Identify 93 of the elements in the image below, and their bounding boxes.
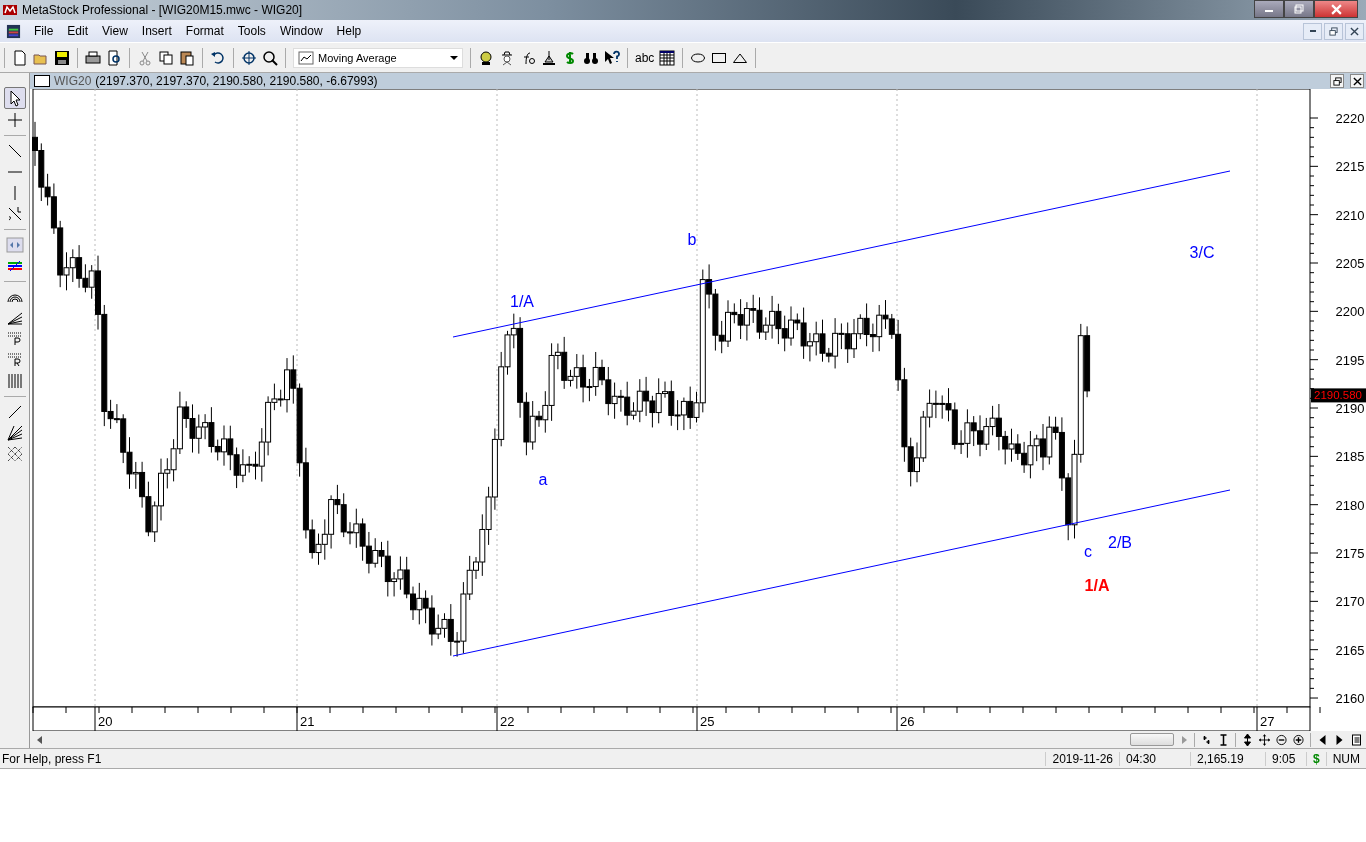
price-axis-label: 2210: [1335, 207, 1365, 223]
menu-item[interactable]: Format: [178, 24, 231, 38]
window-title: MetaStock Professional - [WIG20M15.mwc - WIG20]: [22, 3, 303, 17]
copy-icon[interactable]: [158, 49, 174, 66]
wave-label: 2/B: [1108, 534, 1132, 551]
wave-label: 1/A: [1084, 577, 1110, 594]
scroll-thumb[interactable]: [1130, 733, 1174, 746]
menu-item[interactable]: File: [27, 24, 61, 38]
crosshair-icon[interactable]: [241, 49, 257, 66]
vertical-resize-icon[interactable]: [1242, 733, 1253, 746]
app-logo-icon: [2, 2, 18, 18]
restore-icon: [1294, 4, 1304, 14]
menu-item[interactable]: Tools: [230, 24, 273, 38]
minimize-button[interactable]: [1254, 0, 1284, 18]
wave-label: b: [687, 231, 697, 248]
window-icon: [34, 75, 50, 87]
wave-label: 1/A: [510, 293, 534, 310]
menu-item[interactable]: Insert: [134, 24, 179, 38]
move-icon[interactable]: [1259, 733, 1270, 746]
print-icon[interactable]: [85, 49, 101, 66]
wave-label: c: [1084, 543, 1092, 560]
scroll-right-icon[interactable]: [1334, 733, 1345, 746]
zoom-out-icon[interactable]: [1276, 733, 1287, 746]
caret-icon: [450, 55, 458, 60]
system-tester-icon[interactable]: [541, 49, 557, 66]
price-axis-label: 2205: [1335, 256, 1365, 271]
wave-label: a: [538, 471, 548, 488]
last-price-label: 2190.580: [1311, 388, 1366, 403]
menu-item[interactable]: Edit: [60, 24, 96, 38]
paste-icon[interactable]: [179, 49, 195, 66]
date-axis-label: 25: [700, 714, 715, 729]
channel-line[interactable]: [452, 170, 1231, 338]
price-axis-label: 2175: [1335, 545, 1365, 561]
close-icon: [1352, 76, 1362, 86]
close-icon: [1330, 3, 1342, 15]
price-axis-label: 2200: [1335, 304, 1365, 320]
gann-fan-icon[interactable]: [4, 423, 25, 443]
price-axis-label: 2215: [1335, 159, 1365, 175]
cut-icon[interactable]: [137, 49, 153, 66]
price-axis-label: 2170: [1335, 594, 1365, 610]
price-values: (2197.370, 2197.370, 2190.580, 2190.580, -6.67993): [95, 74, 378, 88]
menu-item[interactable]: Window: [272, 24, 330, 38]
price-axis-label: 2180: [1335, 497, 1365, 513]
zoom-in-icon[interactable]: [1293, 733, 1304, 746]
wave-label: 3/C: [1189, 244, 1215, 261]
restore-icon: [1332, 76, 1342, 86]
scroll-left-icon[interactable]: [1317, 733, 1328, 746]
close-icon: [1350, 26, 1359, 36]
close-button[interactable]: [1314, 0, 1358, 18]
status-date: 2019-11-26: [1045, 751, 1119, 766]
restore-button[interactable]: [1330, 74, 1344, 88]
new-file-icon[interactable]: [12, 49, 28, 66]
status-value: 2,165.19: [1190, 751, 1265, 766]
status-time: 04:30: [1119, 751, 1190, 766]
price-axis-label: 2160: [1335, 690, 1365, 706]
text-cursor-icon[interactable]: [1218, 733, 1229, 746]
explorer-icon[interactable]: [499, 49, 515, 66]
close-button[interactable]: [1350, 74, 1364, 88]
save-icon[interactable]: [54, 49, 70, 66]
chart-icon: [298, 50, 314, 65]
document-icon[interactable]: [6, 23, 21, 39]
status-num: NUM: [1325, 751, 1366, 766]
expert-icon[interactable]: [478, 49, 494, 66]
minimize-icon: [1309, 30, 1316, 32]
pointer-icon[interactable]: [3, 87, 26, 109]
status-currency: $: [1306, 751, 1326, 766]
date-axis-label: 27: [1260, 714, 1275, 729]
text-tool-button[interactable]: abc: [635, 50, 655, 65]
date-axis-label: 20: [98, 714, 113, 729]
menu-item[interactable]: Help: [329, 24, 369, 38]
security-name: WIG20: [54, 74, 92, 88]
maximize-button[interactable]: [1284, 0, 1314, 18]
status-help-text: For Help, press F1: [2, 751, 103, 766]
restore-icon: [1329, 26, 1338, 36]
date-axis-label: 21: [300, 714, 315, 729]
status-clock: 9:05: [1265, 751, 1306, 766]
scroll-left-icon[interactable]: [36, 735, 44, 744]
price-axis-label: 2185: [1335, 449, 1365, 465]
date-axis-label: 26: [900, 714, 915, 729]
menu-item[interactable]: View: [95, 24, 135, 38]
zoom-icon[interactable]: [262, 49, 278, 66]
price-axis-label: 2220: [1335, 111, 1365, 126]
help-pointer-icon[interactable]: [604, 49, 620, 66]
print-preview-icon[interactable]: [106, 49, 122, 66]
price-axis-label: 2195: [1335, 352, 1365, 368]
list-icon[interactable]: [1351, 733, 1362, 746]
indicator-dropdown[interactable]: Moving Average: [293, 47, 463, 68]
scroll-arrows-icon[interactable]: [4, 235, 25, 255]
price-axis-label: 2165: [1335, 642, 1365, 658]
grid-icon[interactable]: [659, 49, 676, 66]
date-axis-label: 22: [500, 714, 515, 729]
price-axis-label: 2190: [1335, 401, 1365, 416]
undo-icon[interactable]: [210, 49, 226, 66]
